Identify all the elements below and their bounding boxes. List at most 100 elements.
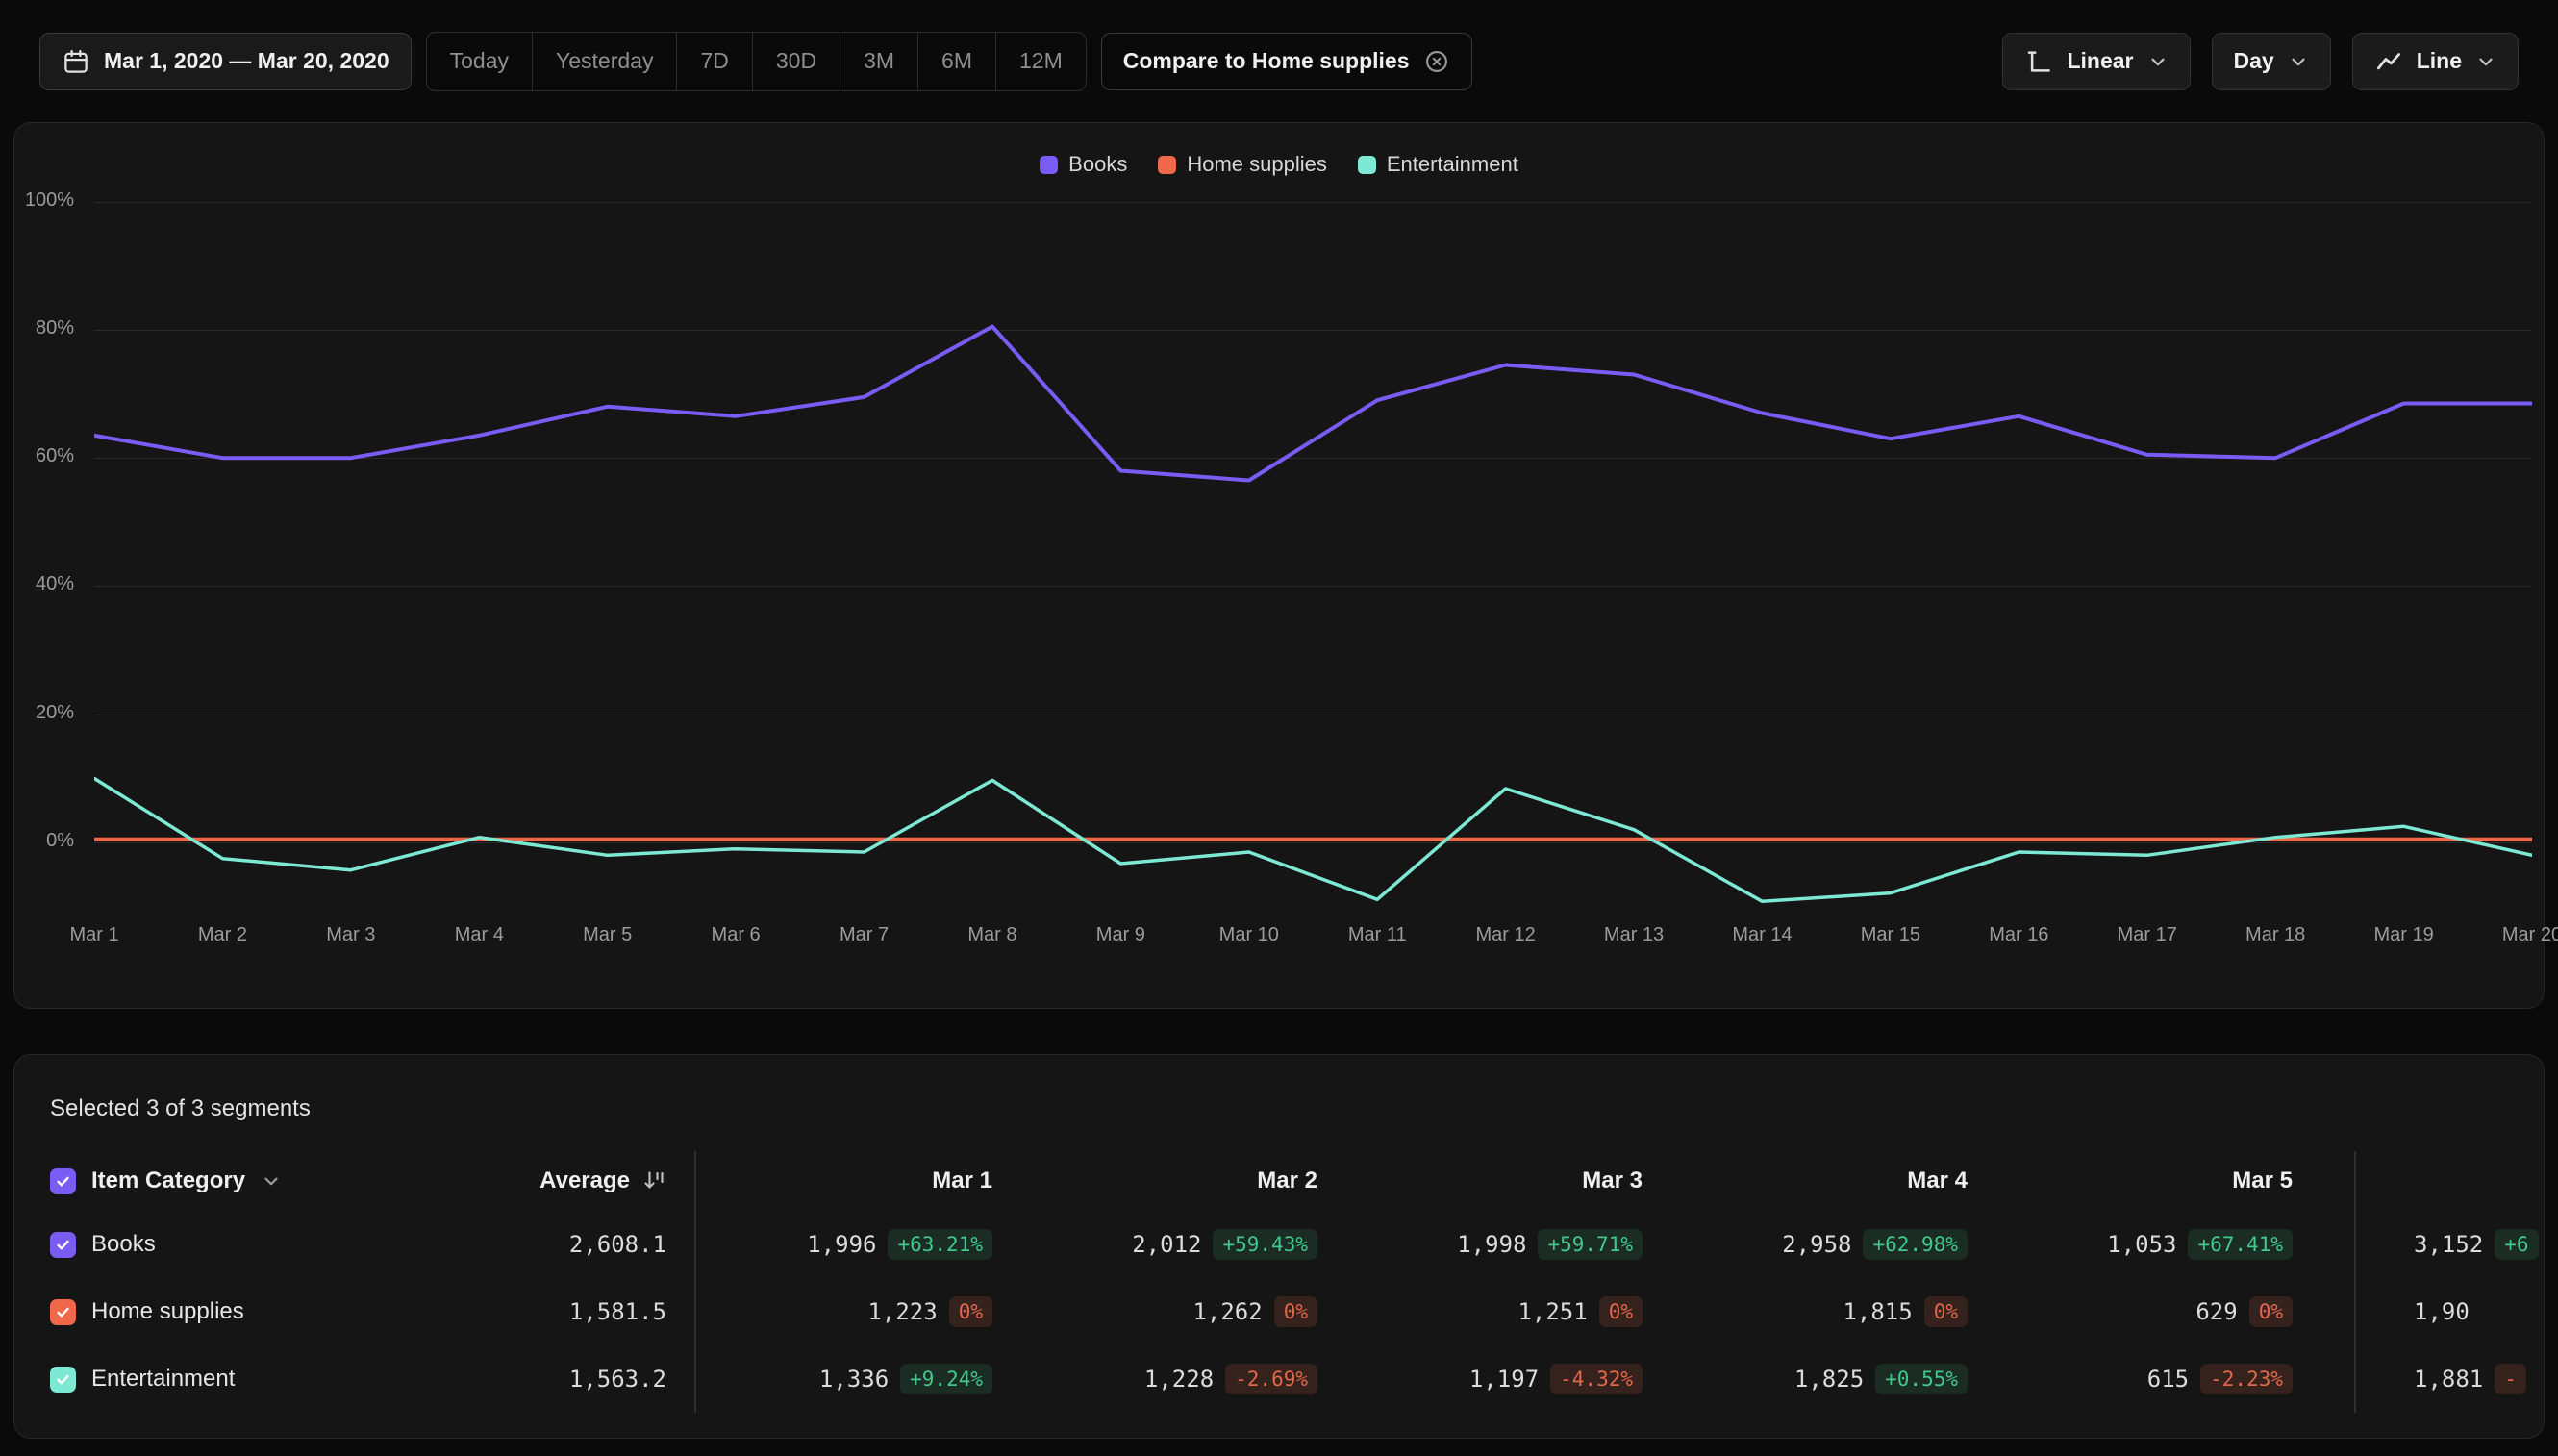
value-cell: 6290% [1968,1278,2293,1345]
table-row: Home supplies1,581.51,2230%1,2620%1,2510… [50,1278,2508,1345]
row-category: Entertainment [50,1345,454,1413]
date-range-picker[interactable]: Mar 1, 2020 — Mar 20, 2020 [39,33,412,90]
calendar-icon [62,47,90,76]
value-cell: 1,998 +59.71% [1317,1211,1643,1278]
table-header-row: Item CategoryAverageMar 1Mar 2Mar 3Mar 4… [50,1151,2508,1211]
spacer [2293,1151,2354,1211]
change-badge: +59.71% [1538,1229,1643,1260]
table-row: Books2,608.11,996+63.21%2,012+59.43%1,99… [50,1211,2508,1278]
value-cell: 1,881- [2354,1345,2545,1413]
value-cell: 2,958 +62.98% [1643,1211,1968,1278]
average-value: 1,563.2 [569,1366,666,1393]
value-cell: 1,053 +67.41% [1968,1211,2293,1278]
legend-item-books[interactable]: Books [1040,152,1127,177]
column-divider [2354,1151,2356,1413]
cell-value: 1,998 [1457,1231,1526,1258]
date-header: Mar 2 [992,1151,1317,1211]
chart-type-selector[interactable]: Line [2352,33,2519,90]
value-cell: 1,2230% [723,1278,992,1345]
preset-7d[interactable]: 7D [676,33,751,90]
preset-today[interactable]: Today [427,33,532,90]
value-cell: 615 -2.23% [1968,1345,2293,1413]
value-cell: 1,2510% [1317,1278,1643,1345]
date-header: Mar 5 [1968,1151,2293,1211]
date-header-label: Mar 4 [1907,1167,1968,1194]
line-chart[interactable] [94,190,2532,931]
change-badge: +0.55% [1875,1364,1968,1394]
change-badge: +62.98% [1863,1229,1968,1260]
row-checkbox-entertainment[interactable] [50,1367,76,1393]
cell-value: 1,90 [2414,1298,2470,1325]
select-all-checkbox[interactable] [50,1168,76,1194]
y-axis-tick: 60% [14,445,74,467]
date-header: Mar 4 [1643,1151,1968,1211]
change-badge: 0% [1924,1296,1968,1327]
cell-value: 1,996 [807,1231,876,1258]
y-axis-tick: 0% [14,830,74,852]
preset-6m[interactable]: 6M [917,33,995,90]
change-badge: 0% [2249,1296,2293,1327]
change-badge: 0% [1274,1296,1317,1327]
value-cell: 3,152+6 [2354,1211,2545,1278]
date-header-label: Mar 3 [1582,1167,1643,1194]
scale-selector[interactable]: Linear [2002,33,2190,90]
change-badge: 0% [949,1296,992,1327]
compare-label: Compare to Home supplies [1123,48,1410,74]
compare-button[interactable]: Compare to Home supplies [1101,33,1472,90]
average-header-label: Average [539,1167,630,1194]
line-chart-icon [2374,47,2403,76]
chevron-down-icon [2147,51,2169,72]
category-chevron-icon[interactable] [261,1170,282,1192]
cell-value: 1,251 [1517,1298,1587,1325]
preset-12m[interactable]: 12M [995,33,1086,90]
cell-value: 1,228 [1144,1366,1214,1393]
average-cell: 1,563.2 [454,1345,666,1413]
spacer [2293,1211,2354,1278]
segments-card: Selected 3 of 3 segments Item CategoryAv… [13,1054,2545,1439]
y-axis-tick: 20% [14,702,74,724]
row-checkbox-books[interactable] [50,1232,76,1258]
date-header-label: Mar 1 [932,1167,992,1194]
cell-value: 1,197 [1469,1366,1539,1393]
cell-value: 615 [2147,1366,2189,1393]
value-cell: 1,90 [2354,1278,2545,1345]
preset-yesterday[interactable]: Yesterday [532,33,676,90]
topbar: Mar 1, 2020 — Mar 20, 2020 Today Yesterd… [0,0,2558,122]
remove-compare-icon[interactable] [1423,48,1450,75]
chart-legend: Books Home supplies Entertainment [14,152,2544,177]
value-cell: 2,012+59.43% [992,1211,1317,1278]
segments-table: Item CategoryAverageMar 1Mar 2Mar 3Mar 4… [50,1151,2508,1413]
legend-item-entertainment[interactable]: Entertainment [1358,152,1518,177]
cell-value: 2,012 [1132,1231,1201,1258]
average-header: Average [454,1151,666,1211]
cell-value: 2,958 [1782,1231,1851,1258]
change-badge: +67.41% [2188,1229,2293,1260]
preset-3m[interactable]: 3M [840,33,917,90]
selected-summary: Selected 3 of 3 segments [50,1055,2508,1122]
linear-axis-icon [2024,47,2053,76]
chevron-down-icon [2475,51,2496,72]
legend-swatch-home_supplies [1158,156,1176,174]
row-checkbox-home_supplies[interactable] [50,1299,76,1325]
legend-label: Books [1068,152,1127,177]
spacer [2293,1345,2354,1413]
date-header: Mar 3 [1317,1151,1643,1211]
preset-30d[interactable]: 30D [752,33,840,90]
row-category: Home supplies [50,1278,454,1345]
change-badge: -2.23% [2200,1364,2293,1394]
value-cell: 1,197-4.32% [1317,1345,1643,1413]
table-row: Entertainment1,563.21,336+9.24%1,228-2.6… [50,1345,2508,1413]
cell-value: 1,053 [2107,1231,2176,1258]
legend-label: Home supplies [1187,152,1327,177]
y-axis-tick: 100% [14,189,74,212]
sort-icon[interactable] [641,1168,666,1193]
row-label: Entertainment [91,1366,235,1393]
value-cell: 1,825+0.55% [1643,1345,1968,1413]
chevron-down-icon [2288,51,2309,72]
row-label: Books [91,1231,156,1258]
cell-value: 1,815 [1843,1298,1912,1325]
change-badge: +63.21% [888,1229,992,1260]
series-line-books [94,327,2532,481]
legend-item-home_supplies[interactable]: Home supplies [1158,152,1327,177]
granularity-selector[interactable]: Day [2212,33,2331,90]
